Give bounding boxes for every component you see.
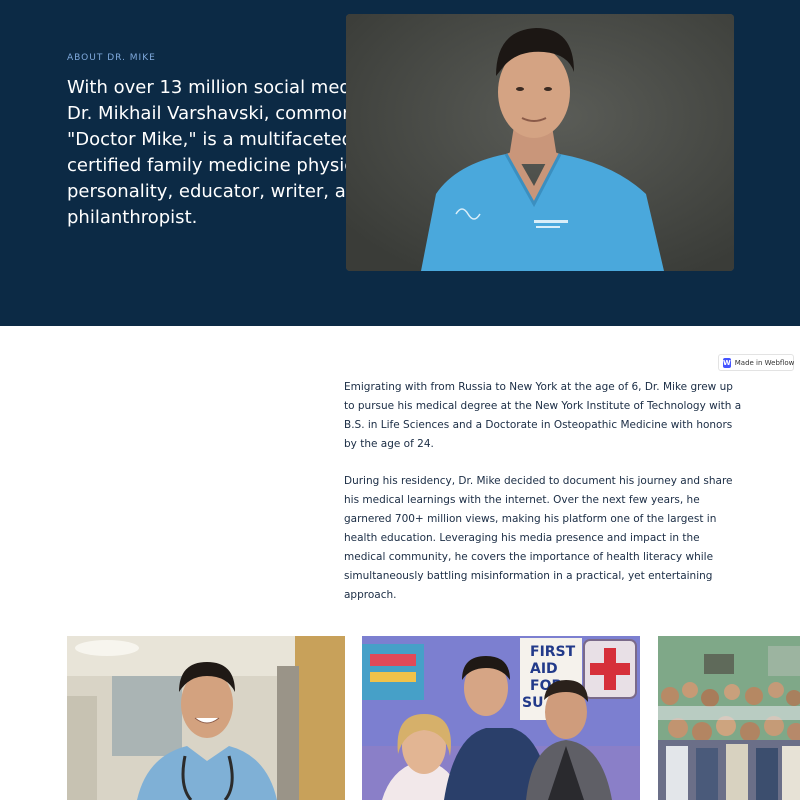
webflow-badge-label: Made in Webflow bbox=[734, 358, 795, 367]
bio-paragraph-1: Emigrating with from Russia to New York … bbox=[344, 381, 742, 450]
tv-sign-line-2: AID bbox=[530, 661, 558, 677]
gallery-photo-group bbox=[658, 636, 800, 800]
hero-portrait-image bbox=[346, 14, 734, 271]
made-in-webflow-badge[interactable]: W Made in Webflow bbox=[718, 354, 794, 371]
tv-sign-line-1: FIRST bbox=[530, 644, 576, 660]
gallery-photo-hospital bbox=[67, 636, 345, 800]
section-eyebrow: ABOUT DR. MIKE bbox=[67, 53, 156, 63]
webflow-logo-icon: W bbox=[723, 357, 731, 368]
gallery-photo-tv-show: FIRST AID FOR SU ER bbox=[362, 636, 640, 800]
bio-text-block: Emigrating with from Russia to New York … bbox=[344, 378, 742, 605]
bio-paragraph-2: During his residency, Dr. Mike decided t… bbox=[344, 475, 733, 601]
about-hero: ABOUT DR. MIKE With over 13 million soci… bbox=[0, 0, 800, 326]
